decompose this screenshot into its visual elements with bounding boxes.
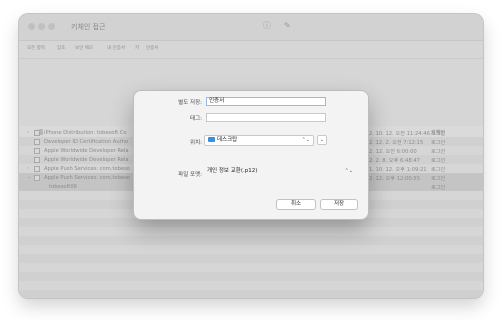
certificate-icon [34, 165, 40, 172]
file-format-popup[interactable]: 개인 정보 교환(.p12) ⌃⌄ [204, 167, 356, 178]
empty-row [19, 254, 483, 263]
tab-passwords[interactable]: 암호 [57, 45, 65, 51]
tab-my-certificates[interactable]: 내 인증서 [107, 45, 125, 51]
empty-row [19, 272, 483, 281]
disclosure-arrow-icon[interactable]: › [27, 130, 29, 135]
window-title: 키체인 접근 [71, 23, 106, 31]
empty-row [19, 218, 483, 227]
certificate-icon [34, 138, 40, 145]
certificate-icon [34, 147, 40, 154]
zoom-window-button[interactable] [48, 23, 55, 30]
tab-all-items[interactable]: 모든 항목 [27, 45, 45, 51]
file-format-label: 파일 포맷: [178, 172, 202, 178]
disclosure-arrow-icon[interactable]: › [27, 166, 29, 171]
edit-icon[interactable]: ✎ [284, 22, 291, 30]
chevron-updown-icon: ⌃⌄ [344, 168, 353, 174]
tab-secure-notes[interactable]: 보안 메모 [75, 45, 93, 51]
disclosure-arrow-icon[interactable]: ⌄ [27, 175, 31, 180]
chevron-down-icon: ⌄ [319, 137, 325, 143]
certificate-icon [34, 174, 40, 181]
file-format-value: 개인 정보 교환(.p12) [207, 168, 258, 174]
certificate-icon [34, 156, 40, 163]
save-as-label: 별도 저장: [178, 100, 202, 106]
save-button[interactable]: 저장 [320, 199, 358, 210]
minimize-window-button[interactable] [38, 23, 45, 30]
export-save-dialog: 별도 저장: 인증서 태그: 위치: 데스크탑 ⌃⌄ ⌄ 파일 포맷: 개인 정… [134, 91, 368, 219]
title-bar: 키체인 접근 ⓘ ✎ [19, 14, 483, 41]
empty-row [19, 290, 483, 298]
close-window-button[interactable] [28, 23, 35, 30]
info-icon[interactable]: ⓘ [263, 22, 271, 30]
chevron-updown-icon: ⌃⌄ [301, 137, 310, 143]
save-as-field[interactable]: 인증서 [206, 97, 326, 106]
certificate-icon [34, 129, 40, 136]
category-tab-bar: 모든 항목 암호 보안 메모 내 인증서 키 인증서 [19, 41, 483, 59]
location-popup[interactable]: 데스크탑 ⌃⌄ [204, 135, 314, 146]
tab-keys[interactable]: 키 [135, 45, 139, 51]
cancel-button[interactable]: 취소 [276, 199, 316, 210]
tab-certificates[interactable]: 인증서 [146, 45, 158, 51]
tags-label: 태그: [190, 116, 202, 122]
folder-icon [208, 136, 215, 142]
expand-button[interactable]: ⌄ [317, 135, 327, 145]
where-label: 위치: [190, 140, 202, 146]
location-value: 데스크탑 [217, 137, 238, 143]
tags-field[interactable] [206, 113, 326, 122]
empty-row [19, 236, 483, 245]
